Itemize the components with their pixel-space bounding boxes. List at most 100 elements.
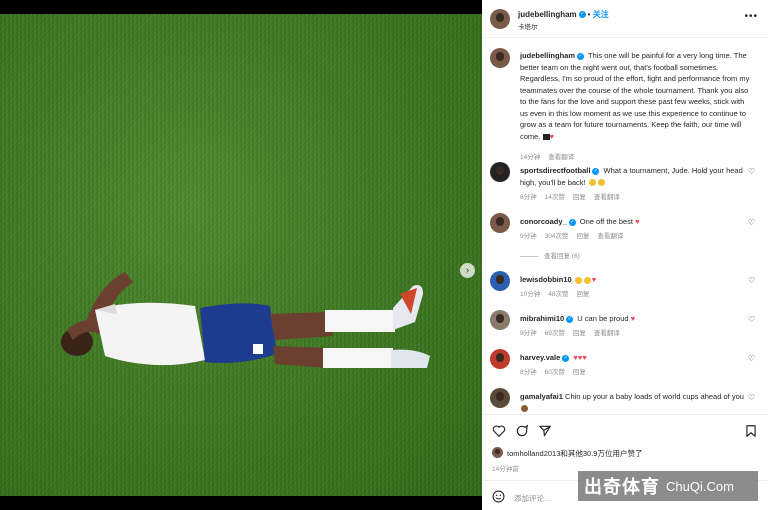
comment-meta: 8分钟 60次赞 回复 bbox=[520, 366, 586, 376]
player-lying-on-pitch bbox=[61, 272, 430, 368]
post-time[interactable]: 14分钟前 bbox=[492, 463, 519, 473]
comment-body: gamalyafai1 Chin up your a baby loads of… bbox=[520, 391, 750, 414]
view-replies-label[interactable]: 查看回复 (6) bbox=[544, 253, 580, 260]
author-avatar[interactable] bbox=[490, 9, 510, 29]
watermark-en: ChuQi.Com bbox=[666, 478, 734, 494]
comment-meta: 9分钟 304次赞 回复 查看翻译 bbox=[520, 230, 623, 240]
grass-texture bbox=[0, 14, 482, 496]
share-icon[interactable] bbox=[538, 424, 552, 438]
caption-text: This one will be painful for a very long… bbox=[520, 51, 750, 141]
comment-reply[interactable]: 回复 bbox=[573, 366, 586, 376]
view-replies[interactable]: 查看回复 (6) bbox=[520, 250, 580, 260]
commenter-avatar[interactable] bbox=[490, 162, 510, 182]
comment-time[interactable]: 9分钟 bbox=[520, 327, 537, 337]
comment-likes[interactable]: 60次赞 bbox=[545, 366, 565, 376]
verified-icon: ✓ bbox=[568, 218, 576, 226]
fist-emoji-icon bbox=[521, 405, 528, 413]
comment-meta: 8分钟 14次赞 回复 查看翻译 bbox=[520, 191, 620, 201]
verified-icon: ✓ bbox=[566, 315, 574, 323]
comment-body: conorcoady_ ✓ One off the best ♥ bbox=[520, 216, 750, 228]
comment-body: sportsdirectfootball ✓ What a tournament,… bbox=[520, 165, 750, 188]
commenter-avatar[interactable] bbox=[490, 349, 510, 369]
liker-avatar[interactable] bbox=[492, 447, 503, 458]
face-emoji-icon bbox=[588, 179, 596, 187]
comment-time[interactable]: 9分钟 bbox=[520, 230, 537, 240]
commenter-username[interactable]: mibrahimi10 bbox=[520, 314, 564, 323]
comment-likes[interactable]: 48次赞 bbox=[548, 288, 568, 298]
face-emoji-icon bbox=[574, 276, 582, 284]
comment-body: harvey.vale ✓ ♥♥♥ bbox=[520, 352, 750, 364]
commenter-username[interactable]: lewisdobbin10 bbox=[520, 275, 572, 284]
caption-meta: 14分钟 查看翻译 bbox=[520, 151, 574, 161]
emoji-picker-icon[interactable] bbox=[492, 490, 505, 503]
follow-button[interactable]: 关注 bbox=[593, 10, 609, 19]
verified-icon: ✓ bbox=[562, 354, 570, 362]
save-icon[interactable] bbox=[744, 424, 758, 438]
like-comment-icon[interactable]: ♡ bbox=[748, 168, 756, 176]
face-emoji-icon bbox=[597, 179, 605, 187]
heart-emoji-icon: ♥ bbox=[630, 314, 636, 323]
caption-time[interactable]: 14分钟 bbox=[520, 151, 540, 161]
commenter-username[interactable]: gamalyafai1 bbox=[520, 392, 563, 401]
comment-reply[interactable]: 回复 bbox=[573, 327, 586, 337]
caption-translate[interactable]: 查看翻译 bbox=[548, 151, 574, 161]
like-comment-icon[interactable]: ♡ bbox=[748, 355, 756, 363]
site-watermark: 出奇体育 ChuQi.Com bbox=[578, 471, 758, 501]
comment-text: U can be proud bbox=[577, 314, 629, 323]
comment-text: One off the best bbox=[579, 217, 634, 226]
liked-by-text[interactable]: tomholland2013和其他30.9万位用户赞了 bbox=[507, 449, 642, 458]
like-comment-icon[interactable]: ♡ bbox=[748, 277, 756, 285]
comment-translate[interactable]: 查看翻译 bbox=[594, 327, 620, 337]
post-details-panel: judebellingham ✓ • 关注 卡塔尔 ••• judebellingh… bbox=[482, 0, 768, 510]
comment-time[interactable]: 8分钟 bbox=[520, 191, 537, 201]
location-label[interactable]: 卡塔尔 bbox=[518, 21, 538, 31]
verified-icon: ✓ bbox=[592, 167, 600, 175]
commenter-username[interactable]: harvey.vale bbox=[520, 353, 560, 362]
action-bar bbox=[482, 414, 768, 446]
comment-text: Chin up your a baby loads of world cups … bbox=[565, 392, 744, 401]
commenter-avatar[interactable] bbox=[490, 271, 510, 291]
next-image-button[interactable]: › bbox=[460, 263, 475, 278]
commenter-avatar[interactable] bbox=[490, 388, 510, 408]
like-comment-icon[interactable]: ♡ bbox=[748, 219, 756, 227]
comments-list[interactable]: judebellingham ✓ This one will be painful… bbox=[482, 38, 768, 414]
comment-body: mibrahimi10 ✓ U can be proud ♥ bbox=[520, 313, 750, 325]
verified-icon: ✓ bbox=[578, 11, 586, 19]
liked-by: tomholland2013和其他30.9万位用户赞了 bbox=[507, 448, 642, 459]
follow-separator: • bbox=[587, 10, 591, 19]
comment-likes[interactable]: 304次赞 bbox=[545, 230, 569, 240]
post-header: judebellingham ✓ • 关注 卡塔尔 ••• bbox=[482, 0, 768, 38]
commenter-avatar[interactable] bbox=[490, 213, 510, 233]
comment-translate[interactable]: 查看翻译 bbox=[597, 230, 623, 240]
like-comment-icon[interactable]: ♡ bbox=[748, 394, 756, 402]
like-comment-icon[interactable]: ♡ bbox=[748, 316, 756, 324]
comment-likes[interactable]: 14次赞 bbox=[545, 191, 565, 201]
comment-translate[interactable]: 查看翻译 bbox=[594, 191, 620, 201]
commenter-username[interactable]: conorcoady_ bbox=[520, 217, 567, 226]
author-username[interactable]: judebellingham bbox=[518, 10, 577, 19]
heart-emoji-icon: ♥ bbox=[549, 131, 554, 141]
comment-icon[interactable] bbox=[515, 424, 529, 438]
caption-avatar[interactable] bbox=[490, 48, 510, 68]
commenter-avatar[interactable] bbox=[490, 310, 510, 330]
comment-likes[interactable]: 69次赞 bbox=[545, 327, 565, 337]
author-line: judebellingham ✓ • 关注 bbox=[518, 9, 609, 20]
face-emoji-icon bbox=[583, 276, 591, 284]
like-icon[interactable] bbox=[492, 424, 506, 438]
commenter-username[interactable]: sportsdirectfootball bbox=[520, 166, 590, 175]
comment-time[interactable]: 8分钟 bbox=[520, 366, 537, 376]
comment-reply[interactable]: 回复 bbox=[573, 191, 586, 201]
post-photo[interactable]: › bbox=[0, 14, 482, 496]
comment-meta: 10分钟 48次赞 回复 bbox=[520, 288, 589, 298]
comment-reply[interactable]: 回复 bbox=[576, 230, 589, 240]
caption-username[interactable]: judebellingham bbox=[520, 51, 575, 60]
comment-reply[interactable]: 回复 bbox=[576, 288, 589, 298]
post-modal: › judebellingham ✓ • 关注 卡塔尔 ••• judebellin… bbox=[0, 0, 768, 510]
add-comment-input[interactable]: 添加评论... bbox=[514, 493, 550, 504]
more-options-icon[interactable]: ••• bbox=[744, 11, 758, 22]
comment-body: lewisdobbin10 ♥ bbox=[520, 274, 750, 286]
comment-time[interactable]: 10分钟 bbox=[520, 288, 540, 298]
replies-divider bbox=[520, 255, 538, 257]
comment-meta: 9分钟 69次赞 回复 查看翻译 bbox=[520, 327, 620, 337]
watermark-cn: 出奇体育 bbox=[584, 477, 660, 498]
